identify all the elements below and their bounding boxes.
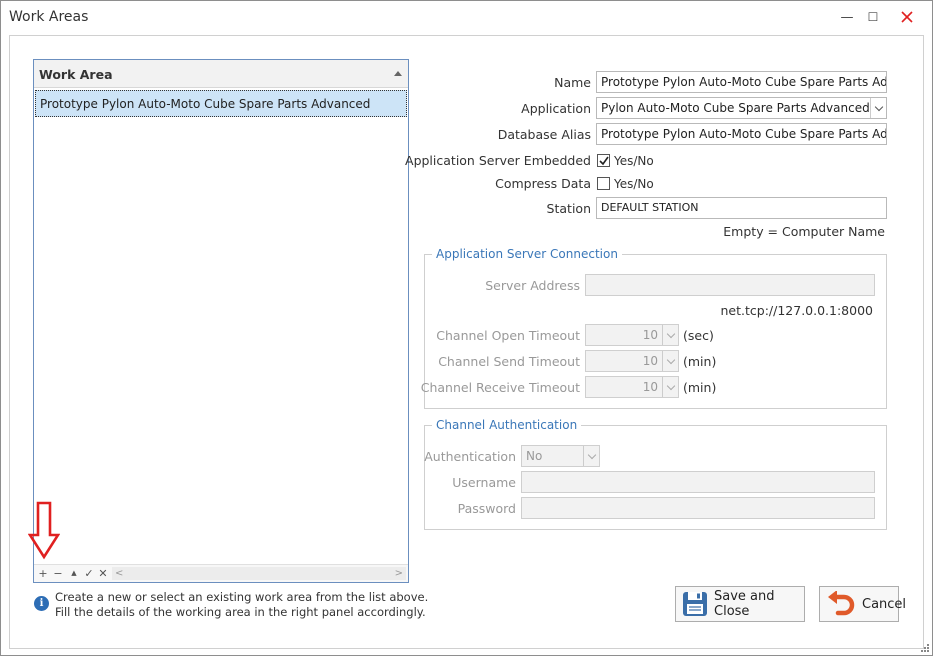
server-address-note: net.tcp://127.0.0.1:8000 xyxy=(720,303,874,318)
channel-receive-timeout-value: 10 xyxy=(642,380,658,394)
hint-text-line-2: Fill the details of the working area in … xyxy=(55,605,426,619)
resize-grip-icon[interactable] xyxy=(920,643,930,653)
save-and-close-button[interactable]: Save and Close xyxy=(675,586,805,622)
save-icon xyxy=(682,591,708,617)
chevron-down-icon xyxy=(666,381,675,390)
undo-icon xyxy=(826,591,856,617)
chevron-down-icon xyxy=(587,450,596,459)
application-dropdown-button[interactable] xyxy=(870,98,886,118)
server-embedded-checkbox[interactable] xyxy=(597,154,610,167)
authentication-dropdown-button[interactable] xyxy=(583,446,599,466)
title-bar[interactable]: Work Areas — ☐ xyxy=(1,1,932,33)
list-item-label: Prototype Pylon Auto-Moto Cube Spare Par… xyxy=(40,97,371,111)
username-label: Username xyxy=(452,475,516,490)
minimize-icon: — xyxy=(840,9,854,25)
channel-receive-timeout-label: Channel Receive Timeout xyxy=(420,380,580,395)
channel-open-timeout-unit: (sec) xyxy=(683,328,714,343)
server-address-label: Server Address xyxy=(485,278,580,293)
hint-text-line-1: Create a new or select an existing work … xyxy=(55,590,429,604)
password-label: Password xyxy=(457,501,516,516)
cancel-edit-icon[interactable]: ✕ xyxy=(96,566,110,581)
channel-receive-timeout-spinner[interactable]: 10 xyxy=(585,376,679,398)
authentication-label: Authentication xyxy=(424,449,516,464)
close-icon xyxy=(901,11,913,23)
cancel-label: Cancel xyxy=(862,596,907,612)
scroll-left-icon[interactable]: < xyxy=(115,567,123,580)
server-connection-title: Application Server Connection xyxy=(432,247,622,261)
database-alias-field[interactable]: Prototype Pylon Auto-Moto Cube Spare Par… xyxy=(596,123,887,145)
list-column-header[interactable]: Work Area xyxy=(34,60,408,88)
name-label: Name xyxy=(554,75,591,90)
annotation-arrow-down-icon xyxy=(28,501,60,560)
channel-send-timeout-label: Channel Send Timeout xyxy=(438,354,580,369)
move-up-icon[interactable]: ▲ xyxy=(67,566,81,581)
username-field[interactable] xyxy=(521,471,875,493)
scroll-right-icon[interactable]: > xyxy=(395,567,403,580)
maximize-icon: ☐ xyxy=(867,10,879,24)
server-address-field[interactable] xyxy=(585,274,875,296)
cancel-button[interactable]: Cancel xyxy=(819,586,906,622)
save-and-close-label: Save and Close xyxy=(714,589,775,619)
horizontal-scrollbar[interactable]: < > xyxy=(112,567,406,580)
application-select-value: Pylon Auto-Moto Cube Spare Parts Advance… xyxy=(601,101,870,115)
delete-record-icon[interactable]: − xyxy=(51,566,65,581)
compress-data-label: Compress Data xyxy=(495,176,591,191)
compress-data-yes-no: Yes/No xyxy=(614,177,654,191)
work-area-list: Work Area Prototype Pylon Auto-Moto Cube… xyxy=(33,59,409,583)
channel-open-timeout-spinner[interactable]: 10 xyxy=(585,324,679,346)
channel-open-timeout-label: Channel Open Timeout xyxy=(436,328,580,343)
minimize-button[interactable]: — xyxy=(833,5,861,29)
database-alias-label: Database Alias xyxy=(497,127,591,142)
channel-send-timeout-unit: (min) xyxy=(683,354,717,369)
maximize-button[interactable]: ☐ xyxy=(859,5,887,29)
channel-authentication-title: Channel Authentication xyxy=(432,418,582,432)
chevron-down-icon xyxy=(666,329,675,338)
authentication-select-value: No xyxy=(526,449,543,463)
station-field[interactable]: DEFAULT STATION xyxy=(596,197,887,219)
server-embedded-yes-no: Yes/No xyxy=(614,154,654,168)
add-record-icon[interactable]: + xyxy=(36,566,50,581)
chevron-down-icon xyxy=(666,355,675,364)
password-field[interactable] xyxy=(521,497,875,519)
window-title: Work Areas xyxy=(9,9,89,25)
application-select[interactable]: Pylon Auto-Moto Cube Spare Parts Advance… xyxy=(596,97,887,119)
channel-open-timeout-value: 10 xyxy=(642,328,658,342)
channel-receive-timeout-unit: (min) xyxy=(683,380,717,395)
channel-receive-timeout-dropdown[interactable] xyxy=(662,377,678,397)
list-item[interactable]: Prototype Pylon Auto-Moto Cube Spare Par… xyxy=(35,90,407,117)
channel-send-timeout-value: 10 xyxy=(642,354,658,368)
authentication-select[interactable]: No xyxy=(521,445,600,467)
name-field[interactable]: Prototype Pylon Auto-Moto Cube Spare Par… xyxy=(596,71,887,93)
close-button[interactable] xyxy=(890,5,924,29)
compress-data-checkbox[interactable] xyxy=(597,177,610,190)
work-areas-window: Work Areas — ☐ Work Area Prototype Pylon… xyxy=(0,0,933,656)
channel-send-timeout-dropdown[interactable] xyxy=(662,351,678,371)
sort-ascending-icon xyxy=(394,71,402,76)
application-label: Application xyxy=(521,101,591,116)
list-header-label: Work Area xyxy=(39,67,113,82)
channel-open-timeout-dropdown[interactable] xyxy=(662,325,678,345)
chevron-down-icon xyxy=(874,102,883,111)
station-label: Station xyxy=(546,201,591,216)
server-embedded-label: Application Server Embedded xyxy=(405,153,591,168)
checkmark-icon xyxy=(599,156,609,166)
apply-edit-icon[interactable]: ✓ xyxy=(82,566,96,581)
channel-send-timeout-spinner[interactable]: 10 xyxy=(585,350,679,372)
list-navigator: + − ▲ ✓ ✕ < > xyxy=(34,564,408,582)
info-icon: i xyxy=(34,596,49,611)
station-note: Empty = Computer Name xyxy=(723,224,885,239)
